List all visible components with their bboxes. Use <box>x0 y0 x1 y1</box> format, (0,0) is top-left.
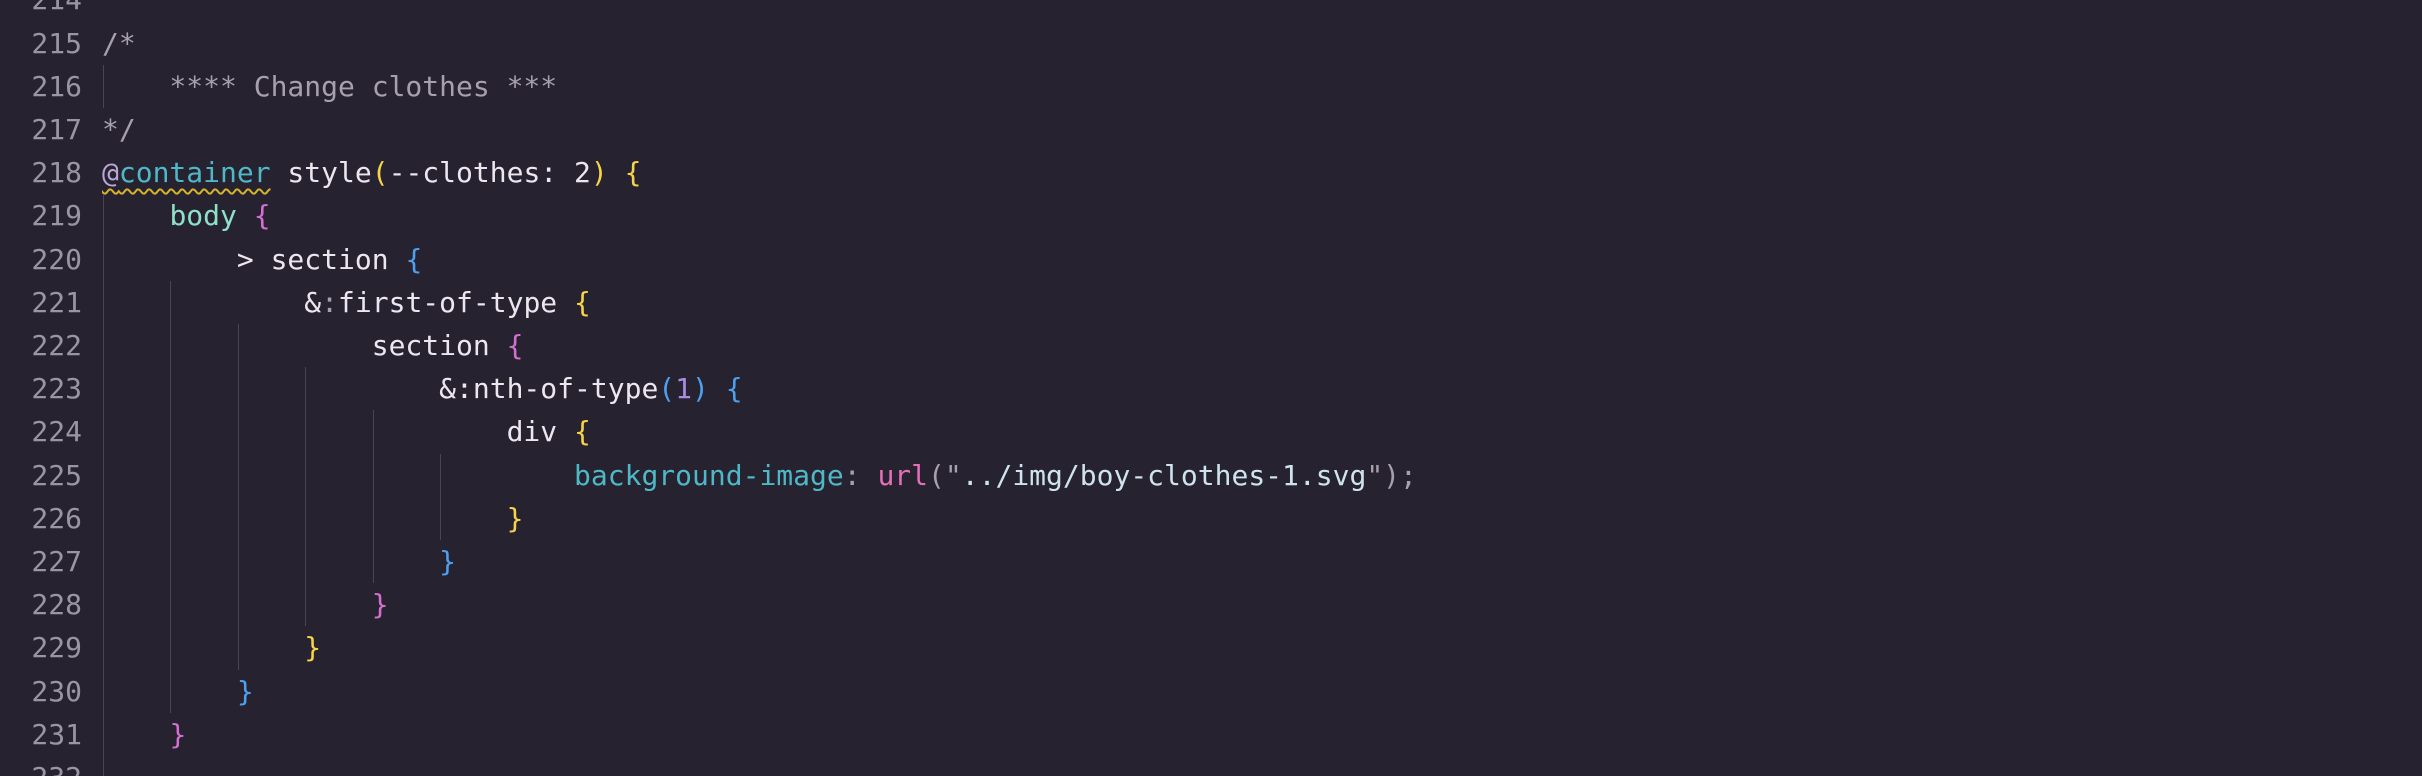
line-number: 227 <box>31 545 82 578</box>
code-token: 1 <box>675 372 693 406</box>
code-line[interactable]: &:first-of-type { <box>102 281 591 324</box>
code-line[interactable]: section { <box>102 324 524 367</box>
code-token: { <box>574 285 591 319</box>
line-number: 214 <box>31 0 82 22</box>
code-token: } <box>439 545 457 578</box>
code-token: (" <box>928 458 962 492</box>
code-token: **** Change clothes *** <box>102 69 558 103</box>
code-token: } <box>304 631 322 665</box>
indent-guide <box>103 194 104 776</box>
code-token: background-image <box>574 458 844 492</box>
line-number: 218 <box>31 156 82 190</box>
line-number: 220 <box>31 242 82 276</box>
line-number: 225 <box>31 458 82 492</box>
indent-guide <box>103 64 104 108</box>
code-token: { <box>405 242 423 276</box>
code-token: body <box>169 199 237 233</box>
line-number: 217 <box>31 113 82 146</box>
code-token: ../img/boy-clothes-1.svg <box>961 458 1367 492</box>
code-token: div <box>102 415 575 449</box>
code-area[interactable]: /* **** Change clothes *** */ @container s… <box>102 0 2422 776</box>
code-line[interactable]: > section { <box>102 238 422 281</box>
code-token: @ <box>102 156 119 190</box>
line-number: 216 <box>31 69 82 103</box>
line-number: 215 <box>31 26 82 60</box>
code-token: { <box>725 372 743 406</box>
code-line[interactable]: } <box>102 497 524 540</box>
code-line[interactable]: */ <box>102 108 136 151</box>
line-number: 230 <box>31 674 82 708</box>
code-token: { <box>624 156 642 190</box>
code-token: */ <box>102 113 136 146</box>
line-number-gutter: 214 215 216 217 218 219 220 221 222 223 224 225 226 2… <box>0 0 90 776</box>
code-token: & <box>102 285 322 319</box>
code-line[interactable]: background-image: url("../img/boy-clothe… <box>102 454 1417 497</box>
line-number: 231 <box>31 717 82 751</box>
line-number: 222 <box>31 329 82 362</box>
code-token: { <box>506 329 524 362</box>
line-number: 226 <box>31 501 82 535</box>
code-editor[interactable]: 214 215 216 217 218 219 220 221 222 223 224 225 226 2… <box>0 0 2422 776</box>
line-number: 228 <box>31 588 82 622</box>
code-token: ( <box>371 156 389 190</box>
code-token: } <box>371 588 389 622</box>
code-token: "); <box>1366 458 1417 492</box>
code-line[interactable]: } <box>102 540 456 583</box>
code-token: &:nth-of-type <box>102 372 659 406</box>
code-token: ) <box>590 156 608 190</box>
code-token: > section <box>102 242 406 276</box>
code-line[interactable]: div { <box>102 410 591 453</box>
code-token: { <box>253 199 271 233</box>
line-number: 229 <box>31 631 82 665</box>
indent-guide <box>237 324 239 670</box>
code-token: ) <box>692 372 709 406</box>
code-line[interactable]: body { <box>102 194 271 237</box>
indent-guide <box>305 367 307 627</box>
code-line[interactable]: } <box>102 626 321 669</box>
code-line[interactable]: **** Change clothes *** <box>102 65 557 108</box>
code-token: container <box>118 156 271 190</box>
code-line[interactable]: @container style(--clothes: 2) { <box>102 151 641 194</box>
line-number: 232 <box>31 756 82 776</box>
code-token: : <box>843 458 878 492</box>
indent-guide <box>372 410 374 584</box>
code-token: } <box>169 717 187 751</box>
code-token: /* <box>102 26 136 60</box>
code-line[interactable]: } <box>102 583 389 626</box>
code-token: --clothes: 2 <box>388 156 591 190</box>
indent-guide <box>440 453 441 540</box>
code-token: style <box>270 156 372 190</box>
indent-guide <box>170 280 172 713</box>
code-token: ( <box>658 372 676 406</box>
line-number: 224 <box>31 415 82 449</box>
code-line[interactable]: &:nth-of-type(1) { <box>102 367 743 410</box>
code-token: : <box>321 285 339 319</box>
code-token: section <box>102 329 507 362</box>
line-number: 219 <box>31 199 82 233</box>
code-line[interactable]: /* <box>102 22 136 65</box>
line-number: 221 <box>31 285 82 319</box>
code-line[interactable]: } <box>102 713 186 756</box>
code-token: first-of-type <box>338 285 575 319</box>
code-line[interactable]: } <box>102 670 254 713</box>
code-token: url <box>877 458 929 492</box>
line-number: 223 <box>31 372 82 406</box>
code-token: } <box>506 501 524 535</box>
code-token: } <box>236 674 254 708</box>
code-token: { <box>574 415 591 449</box>
